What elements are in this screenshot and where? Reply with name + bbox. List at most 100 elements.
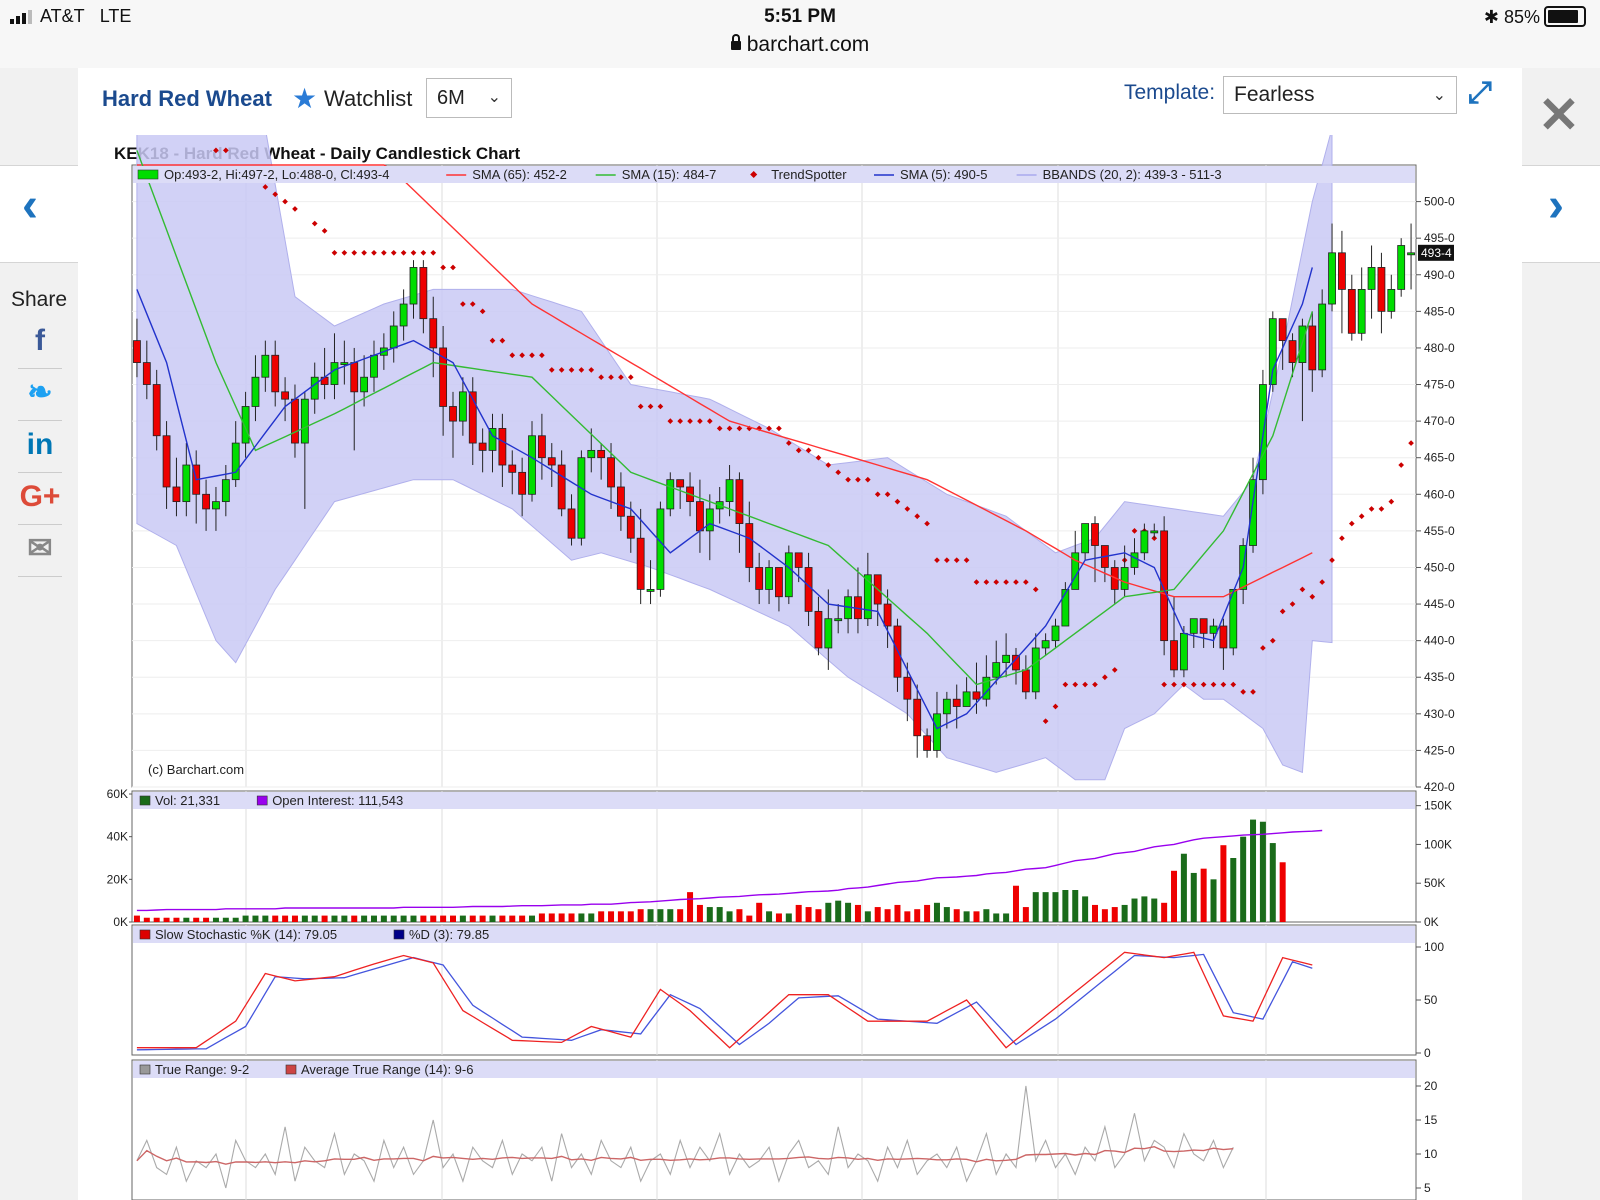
candle-body (617, 486, 625, 517)
legend-label: Average True Range (14): 9-6 (301, 1062, 473, 1077)
price-tick-label: 420-0 (1424, 780, 1455, 794)
candle-body (1170, 640, 1178, 671)
template-label: Template: (1124, 81, 1216, 104)
twitter-icon[interactable]: ❧ (18, 370, 62, 421)
volume-bar (143, 917, 150, 922)
volume-bar (647, 909, 654, 922)
bluetooth-icon: ✱ (1483, 7, 1499, 27)
google-plus-icon[interactable]: G+ (18, 474, 62, 525)
atr-tick-label: 15 (1424, 1113, 1438, 1127)
close-icon[interactable]: ✕ (1538, 86, 1580, 144)
candle-body (1021, 669, 1030, 693)
volume-bar (361, 915, 368, 922)
volume-bar (1180, 853, 1187, 922)
volume-bar (687, 892, 694, 922)
volume-bar (568, 913, 575, 922)
next-nav[interactable]: › (1522, 165, 1600, 263)
candle-body (1140, 530, 1149, 554)
volume-bar (1072, 890, 1079, 922)
volume-bar (884, 909, 891, 922)
legend-label: Slow Stochastic %K (14): 79.05 (155, 927, 337, 942)
volume-bar (1032, 892, 1039, 922)
volume-bar (933, 902, 940, 922)
volume-bar (400, 915, 407, 922)
volume-bar (775, 913, 782, 922)
volume-bar (331, 915, 338, 922)
price-tick-label: 480-0 (1424, 341, 1455, 355)
price-tick-label: 490-0 (1424, 268, 1455, 282)
star-icon[interactable]: ★ (292, 82, 317, 115)
candle-body (1091, 523, 1099, 546)
price-tick-label: 455-0 (1424, 524, 1455, 538)
candlestick-chart[interactable]: KEK18 - Hard Red Wheat - Daily Candlesti… (86, 135, 1506, 1200)
volume-bar (1003, 913, 1010, 922)
volume-bar (617, 911, 624, 922)
price-tick-label: 435-0 (1424, 670, 1455, 684)
price-tick-label: 425-0 (1424, 743, 1455, 757)
candle-body (1328, 252, 1336, 305)
url-bar[interactable]: barchart.com (0, 33, 1600, 57)
chevron-down-icon: ⌄ (487, 89, 501, 106)
stoch-tick-label: 50 (1424, 993, 1438, 1007)
volume-bar (380, 915, 387, 922)
volume-bar (1101, 909, 1108, 922)
candle-body (557, 464, 566, 510)
candle-body (824, 618, 833, 649)
candle-body (765, 567, 773, 590)
prev-nav[interactable]: ‹ (0, 165, 78, 263)
candle-body (162, 435, 171, 488)
share-label: Share (10, 288, 68, 311)
candle-body (923, 735, 931, 751)
volume-bar (637, 909, 644, 922)
chevron-right-icon[interactable]: › (1548, 178, 1564, 233)
legend-label: %D (3): 79.85 (409, 927, 489, 942)
volume-bar (973, 911, 980, 922)
volume-bar (133, 915, 140, 922)
candle-body (1061, 589, 1070, 627)
volume-bar (351, 915, 358, 922)
watchlist-button[interactable]: Watchlist (324, 86, 412, 112)
stoch-tick-label: 100 (1424, 940, 1444, 954)
volume-bar (1190, 872, 1197, 922)
candle-body (300, 398, 309, 444)
volume-bar (450, 915, 456, 922)
chart-credit: (c) Barchart.com (148, 762, 244, 777)
volume-bar (1259, 821, 1266, 922)
legend-label: TrendSpotter (771, 167, 847, 182)
candle-body (281, 391, 289, 400)
volume-bar (529, 915, 536, 922)
volume-bar (232, 917, 239, 922)
volume-bar (598, 911, 605, 922)
atr-panel: True Range: 9-2 Average True Range (14): … (131, 1059, 1438, 1200)
volume-bar (1111, 907, 1118, 922)
template-value: Fearless (1234, 83, 1315, 106)
symbol-title[interactable]: Hard Red Wheat (102, 86, 272, 112)
candle-body (1407, 252, 1415, 256)
period-select[interactable]: 6M ⌄ (426, 78, 512, 118)
candle-body (370, 354, 378, 378)
volume-bar (914, 909, 921, 922)
template-select[interactable]: Fearless ⌄ (1223, 76, 1457, 114)
email-icon[interactable]: ✉ (18, 526, 62, 577)
chevron-down-icon: ⌄ (1432, 87, 1446, 104)
legend-swatch (139, 929, 151, 940)
legend-label: SMA (65): 452-2 (472, 167, 567, 182)
volume-bar (272, 915, 279, 922)
volume-bar (805, 907, 812, 922)
price-tick-label: 460-0 (1424, 487, 1455, 501)
expand-icon[interactable]: ⤢ (1468, 76, 1492, 110)
chevron-left-icon[interactable]: ‹ (22, 178, 38, 233)
candle-body (271, 354, 280, 393)
linkedin-icon[interactable]: in (18, 422, 62, 473)
candle-body (1397, 245, 1406, 290)
volume-bar (854, 904, 861, 922)
candle-body (656, 508, 665, 590)
candle-body (1120, 567, 1129, 590)
candle-body (1051, 625, 1060, 642)
volume-bar (1161, 902, 1168, 922)
volume-bar (1141, 896, 1148, 922)
candle-body (933, 713, 941, 751)
volume-bar (677, 909, 684, 922)
facebook-icon[interactable]: f (18, 318, 62, 369)
period-value: 6M (437, 87, 465, 109)
